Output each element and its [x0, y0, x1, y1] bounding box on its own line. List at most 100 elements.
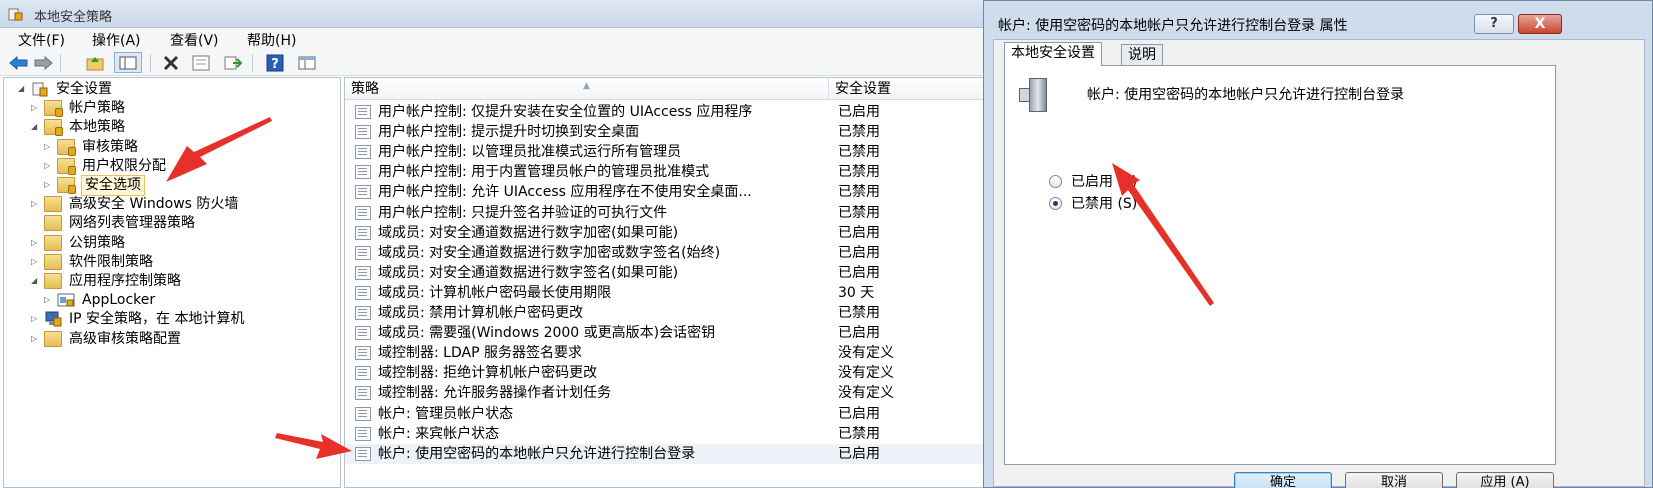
back-button[interactable] — [8, 52, 30, 73]
column-header-policy[interactable]: 策略 ▲ — [345, 78, 829, 100]
tree-item[interactable]: ▷ 高级审核策略配置 — [4, 330, 340, 349]
tree-item-label: 软件限制策略 — [69, 253, 153, 270]
tree-item[interactable]: ▷ 安全选项 — [4, 175, 340, 196]
policy-row[interactable]: 域控制器: 拒绝计算机帐户密码更改 没有定义 — [345, 363, 983, 383]
policy-row[interactable]: 域控制器: LDAP 服务器签名要求 没有定义 — [345, 343, 983, 363]
policy-row[interactable]: 帐户: 管理员帐户状态 已启用 — [345, 404, 983, 424]
up-folder-button[interactable] — [84, 52, 106, 73]
policy-row[interactable]: 用户帐户控制: 用于内置管理员帐户的管理员批准模式 已禁用 — [345, 162, 983, 182]
policy-row[interactable]: 域成员: 禁用计算机帐户密码更改 已禁用 — [345, 303, 983, 323]
policy-row[interactable]: 用户帐户控制: 提示提升时切换到安全桌面 已禁用 — [345, 122, 983, 142]
tree-item[interactable]: ▷ 帐户策略 — [4, 99, 340, 118]
policy-row[interactable]: 用户帐户控制: 仅提升安装在安全位置的 UIAccess 应用程序 已启用 — [345, 102, 983, 122]
forward-button[interactable] — [32, 52, 54, 73]
menu-file[interactable]: 文件(F) — [14, 30, 69, 50]
policy-setting: 已启用 — [838, 325, 880, 342]
delete-button[interactable] — [160, 52, 182, 73]
policy-setting: 已启用 — [838, 244, 880, 261]
tree-item-label: 本地策略 — [69, 119, 125, 136]
radio-enabled-label: 已启用 (E) — [1071, 174, 1138, 190]
policy-row[interactable]: 域控制器: 允许服务器操作者计划任务 没有定义 — [345, 383, 983, 403]
policy-name: 域控制器: LDAP 服务器签名要求 — [378, 345, 582, 362]
policy-row[interactable]: 域成员: 对安全通道数据进行数字加密或数字签名(始终) 已启用 — [345, 243, 983, 263]
properties-dialog: 帐户: 使用空密码的本地帐户只允许进行控制台登录 属性 ? X 本地安全设置 说… — [983, 0, 1653, 488]
policy-setting: 30 天 — [838, 284, 875, 301]
radio-disabled-label: 已禁用 (S) — [1071, 196, 1138, 212]
column-header-setting[interactable]: 安全设置 — [829, 78, 983, 100]
policy-row[interactable]: 帐户: 使用空密码的本地帐户只允许进行控制台登录 已启用 — [345, 443, 983, 464]
collapse-arrow-icon[interactable]: ◢ — [31, 276, 41, 286]
policy-setting: 已禁用 — [838, 184, 880, 201]
radio-disabled-circle[interactable] — [1049, 197, 1062, 210]
policy-row[interactable]: 用户帐户控制: 以管理员批准模式运行所有管理员 已禁用 — [345, 142, 983, 162]
forward-icon — [34, 55, 53, 70]
policy-setting: 没有定义 — [838, 345, 894, 362]
console-button[interactable] — [296, 52, 318, 73]
server-icon — [1019, 78, 1051, 114]
tree-item[interactable]: ▷ 用户权限分配 — [4, 157, 340, 176]
tree-item[interactable]: ▷ 软件限制策略 — [4, 253, 340, 272]
menu-help[interactable]: 帮助(H) — [243, 30, 300, 50]
dialog-close-button[interactable]: X — [1518, 14, 1562, 34]
policy-row[interactable]: 域成员: 计算机帐户密码最长使用期限 30 天 — [345, 283, 983, 303]
tree-item[interactable]: ▷ 高级安全 Windows 防火墙 — [4, 195, 340, 214]
policy-row[interactable]: 帐户: 来宾帐户状态 已禁用 — [345, 424, 983, 444]
policy-name: 帐户: 使用空密码的本地帐户只允许进行控制台登录 — [378, 445, 696, 462]
policy-row[interactable]: 域成员: 对安全通道数据进行数字签名(如果可能) 已启用 — [345, 263, 983, 283]
dialog-help-button[interactable]: ? — [1474, 14, 1514, 34]
console-icon — [298, 56, 316, 69]
expand-arrow-icon[interactable]: ▷ — [31, 257, 41, 267]
policy-row[interactable]: 用户帐户控制: 允许 UIAccess 应用程序在不使用安全桌面... 已禁用 — [345, 182, 983, 202]
show-hide-tree-icon — [119, 56, 137, 69]
policy-setting: 已启用 — [838, 405, 880, 422]
expand-arrow-icon[interactable]: ▷ — [31, 199, 41, 209]
tree-item[interactable]: ▷ 公钥策略 — [4, 234, 340, 253]
tree-item[interactable]: ◢ 安全设置 — [4, 80, 340, 99]
collapse-arrow-icon[interactable]: ◢ — [31, 122, 41, 132]
expand-arrow-icon[interactable]: ▷ — [31, 314, 41, 324]
policy-setting: 已启用 — [838, 104, 880, 120]
properties-button[interactable] — [190, 52, 212, 73]
collapse-arrow-icon[interactable]: ◢ — [18, 84, 28, 94]
policy-name: 域控制器: 允许服务器操作者计划任务 — [378, 385, 612, 402]
policy-name: 用户帐户控制: 仅提升安装在安全位置的 UIAccess 应用程序 — [378, 104, 753, 120]
folder-icon — [57, 138, 76, 156]
expand-arrow-icon[interactable]: ▷ — [31, 238, 41, 248]
apply-button[interactable]: 应用 (A) — [1456, 472, 1554, 488]
tree-item[interactable]: ▷ IP 安全策略，在 本地计算机 — [4, 310, 340, 329]
tab-local-security-setting[interactable]: 本地安全设置 — [1004, 42, 1102, 66]
radio-enabled-circle[interactable] — [1049, 175, 1062, 188]
tree-item[interactable]: ▷ AppLocker — [4, 291, 340, 310]
policy-row[interactable]: 用户帐户控制: 只提升签名并验证的可执行文件 已禁用 — [345, 203, 983, 223]
list-header: 策略 ▲ 安全设置 — [345, 78, 983, 100]
folder-icon — [57, 157, 76, 175]
policy-row[interactable]: 域成员: 需要强(Windows 2000 或更高版本)会话密钥 已启用 — [345, 323, 983, 343]
folder-icon — [44, 100, 63, 118]
expand-arrow-icon[interactable]: ▷ — [44, 180, 54, 190]
ok-button[interactable]: 确定 — [1234, 472, 1332, 488]
policy-icon — [355, 366, 371, 381]
expand-arrow-icon[interactable]: ▷ — [44, 295, 54, 305]
tab-explain[interactable]: 说明 — [1121, 44, 1163, 66]
expand-arrow-icon[interactable]: ▷ — [31, 334, 41, 344]
policy-row[interactable]: 域成员: 对安全通道数据进行数字加密(如果可能) 已启用 — [345, 223, 983, 243]
expand-arrow-icon[interactable]: ▷ — [31, 103, 41, 113]
policy-setting: 已禁用 — [838, 425, 880, 442]
tree-item[interactable]: ▷ 审核策略 — [4, 138, 340, 157]
security-settings-icon — [31, 81, 49, 97]
export-list-button[interactable] — [222, 52, 244, 73]
policy-setting: 已启用 — [838, 224, 880, 241]
cancel-button[interactable]: 取消 — [1345, 472, 1443, 488]
tree-item[interactable]: ◢ 本地策略 — [4, 118, 340, 137]
expand-arrow-icon[interactable]: ▷ — [44, 142, 54, 152]
show-hide-tree-button[interactable] — [114, 52, 142, 73]
help-button[interactable]: ? — [264, 52, 286, 73]
policy-name: 域成员: 需要强(Windows 2000 或更高版本)会话密钥 — [378, 325, 716, 342]
expand-arrow-icon[interactable]: ▷ — [44, 161, 54, 171]
tree-item[interactable]: 网络列表管理器策略 — [4, 214, 340, 233]
tree-pane: ◢ 安全设置 ▷ 帐户策略 ◢ 本地策略 ▷ 审核策略 ▷ 用户权限分配 ▷ 安全选项 ▷ 高级安全 Wi… — [3, 77, 341, 488]
tree-item[interactable]: ◢ 应用程序控制策略 — [4, 272, 340, 291]
menu-view[interactable]: 查看(V) — [166, 30, 223, 50]
menu-action[interactable]: 操作(A) — [88, 30, 145, 50]
policy-name: 域控制器: 拒绝计算机帐户密码更改 — [378, 365, 598, 382]
